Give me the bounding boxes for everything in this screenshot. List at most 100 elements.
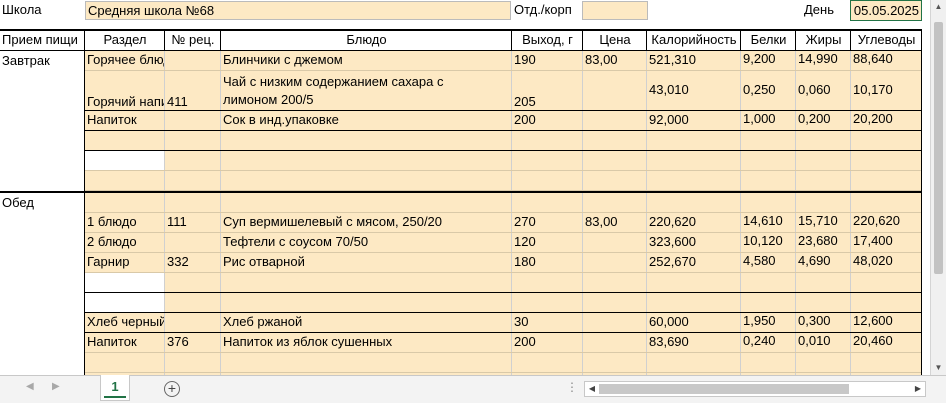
cell-fats[interactable] xyxy=(796,171,851,191)
cell-calories[interactable] xyxy=(647,151,741,171)
cell-fats[interactable]: 0,060 xyxy=(796,71,851,111)
cell-output[interactable]: 180 xyxy=(512,253,583,273)
cell-recipe[interactable] xyxy=(165,111,221,131)
tab-split-handle-icon[interactable]: ⋮ xyxy=(566,380,578,394)
cell-carbs[interactable] xyxy=(851,171,922,191)
cell-price[interactable] xyxy=(583,353,647,373)
cell-output[interactable] xyxy=(512,131,583,151)
cell-proteins[interactable] xyxy=(741,353,796,373)
cell-price[interactable] xyxy=(583,111,647,131)
horizontal-scrollbar[interactable]: ◀ ▶ xyxy=(584,381,926,397)
cell-dish[interactable]: Суп вермишелевый с мясом, 250/20 xyxy=(221,213,512,233)
cell-proteins[interactable]: 9,200 xyxy=(741,51,796,71)
cell-recipe[interactable] xyxy=(165,193,221,213)
cell-proteins[interactable] xyxy=(741,193,796,213)
cell-proteins[interactable]: 14,610 xyxy=(741,213,796,233)
cell-recipe[interactable]: 332 xyxy=(165,253,221,273)
arrow-left-icon[interactable]: ◀ xyxy=(26,381,34,392)
cell-dish[interactable]: Тефтели с соусом 70/50 xyxy=(221,233,512,253)
cell-output[interactable]: 270 xyxy=(512,213,583,233)
cell-calories[interactable] xyxy=(647,273,741,293)
cell-dish[interactable] xyxy=(221,151,512,171)
cell-dish[interactable]: Хлеб ржаной xyxy=(221,313,512,333)
cell-section[interactable] xyxy=(85,151,165,171)
cell-calories[interactable] xyxy=(647,171,741,191)
cell-fats[interactable]: 0,010 xyxy=(796,333,851,353)
cell-output[interactable] xyxy=(512,273,583,293)
cell-proteins[interactable] xyxy=(741,131,796,151)
cell-recipe[interactable] xyxy=(165,353,221,373)
cell-fats[interactable] xyxy=(796,353,851,373)
cell-output[interactable] xyxy=(512,293,583,313)
cell-recipe[interactable] xyxy=(165,273,221,293)
cell-output[interactable]: 200 xyxy=(512,111,583,131)
cell-recipe[interactable]: 376 xyxy=(165,333,221,353)
cell-price[interactable]: 83,00 xyxy=(583,51,647,71)
cell-dish[interactable]: Сок в инд.упаковке xyxy=(221,111,512,131)
cell-price[interactable] xyxy=(583,253,647,273)
cell-calories[interactable]: 43,010 xyxy=(647,71,741,111)
scroll-left-icon[interactable]: ◀ xyxy=(585,382,599,396)
cell-proteins[interactable]: 4,580 xyxy=(741,253,796,273)
cell-carbs[interactable]: 20,460 xyxy=(851,333,922,353)
cell-recipe[interactable] xyxy=(165,313,221,333)
vertical-scroll-thumb[interactable] xyxy=(934,22,943,274)
cell-calories[interactable] xyxy=(647,353,741,373)
cell-section[interactable] xyxy=(85,131,165,151)
cell-calories[interactable] xyxy=(647,293,741,313)
cell-dish[interactable] xyxy=(221,293,512,313)
cell-price[interactable] xyxy=(583,151,647,171)
cell-section[interactable]: Напиток xyxy=(85,333,165,353)
cell-fats[interactable] xyxy=(796,293,851,313)
day-value[interactable]: 05.05.2025 xyxy=(850,0,922,21)
cell-fats[interactable]: 14,990 xyxy=(796,51,851,71)
cell-calories[interactable] xyxy=(647,193,741,213)
cell-carbs[interactable] xyxy=(851,273,922,293)
cell-section[interactable] xyxy=(85,193,165,213)
cell-carbs[interactable]: 10,170 xyxy=(851,71,922,111)
scroll-up-icon[interactable]: ▲ xyxy=(931,0,946,14)
cell-recipe[interactable] xyxy=(165,233,221,253)
cell-proteins[interactable] xyxy=(741,273,796,293)
cell-price[interactable] xyxy=(583,313,647,333)
cell-section[interactable] xyxy=(85,293,165,313)
cell-proteins[interactable]: 0,250 xyxy=(741,71,796,111)
cell-output[interactable] xyxy=(512,193,583,213)
cell-carbs[interactable] xyxy=(851,353,922,373)
horizontal-scroll-thumb[interactable] xyxy=(599,384,849,394)
cell-dish[interactable] xyxy=(221,353,512,373)
cell-carbs[interactable]: 17,400 xyxy=(851,233,922,253)
cell-output[interactable] xyxy=(512,151,583,171)
cell-dish[interactable]: Рис отварной xyxy=(221,253,512,273)
cell-section[interactable]: Горячий напиток xyxy=(85,71,165,111)
cell-section[interactable]: Напиток xyxy=(85,111,165,131)
cell-recipe[interactable] xyxy=(165,171,221,191)
cell-output[interactable] xyxy=(512,353,583,373)
cell-proteins[interactable] xyxy=(741,151,796,171)
cell-section[interactable]: Горячее блюдо xyxy=(85,51,165,71)
cell-carbs[interactable]: 20,200 xyxy=(851,111,922,131)
cell-calories[interactable]: 92,000 xyxy=(647,111,741,131)
cell-recipe[interactable] xyxy=(165,131,221,151)
cell-fats[interactable]: 23,680 xyxy=(796,233,851,253)
cell-section[interactable]: Хлеб черный xyxy=(85,313,165,333)
cell-calories[interactable]: 83,690 xyxy=(647,333,741,353)
cell-dish[interactable] xyxy=(221,131,512,151)
cell-section[interactable] xyxy=(85,273,165,293)
cell-fats[interactable]: 4,690 xyxy=(796,253,851,273)
plus-circle-icon[interactable]: + xyxy=(164,381,180,397)
cell-calories[interactable]: 521,310 xyxy=(647,51,741,71)
dept-value[interactable] xyxy=(582,1,648,20)
cell-price[interactable] xyxy=(583,333,647,353)
cell-price[interactable] xyxy=(583,233,647,253)
cell-section[interactable]: 1 блюдо xyxy=(85,213,165,233)
cell-dish[interactable] xyxy=(221,273,512,293)
cell-carbs[interactable]: 88,640 xyxy=(851,51,922,71)
cell-fats[interactable] xyxy=(796,151,851,171)
cell-calories[interactable]: 252,670 xyxy=(647,253,741,273)
cell-carbs[interactable] xyxy=(851,193,922,213)
cell-price[interactable] xyxy=(583,193,647,213)
cell-dish[interactable]: Напиток из яблок сушенных xyxy=(221,333,512,353)
cell-price[interactable] xyxy=(583,131,647,151)
cell-fats[interactable]: 0,300 xyxy=(796,313,851,333)
